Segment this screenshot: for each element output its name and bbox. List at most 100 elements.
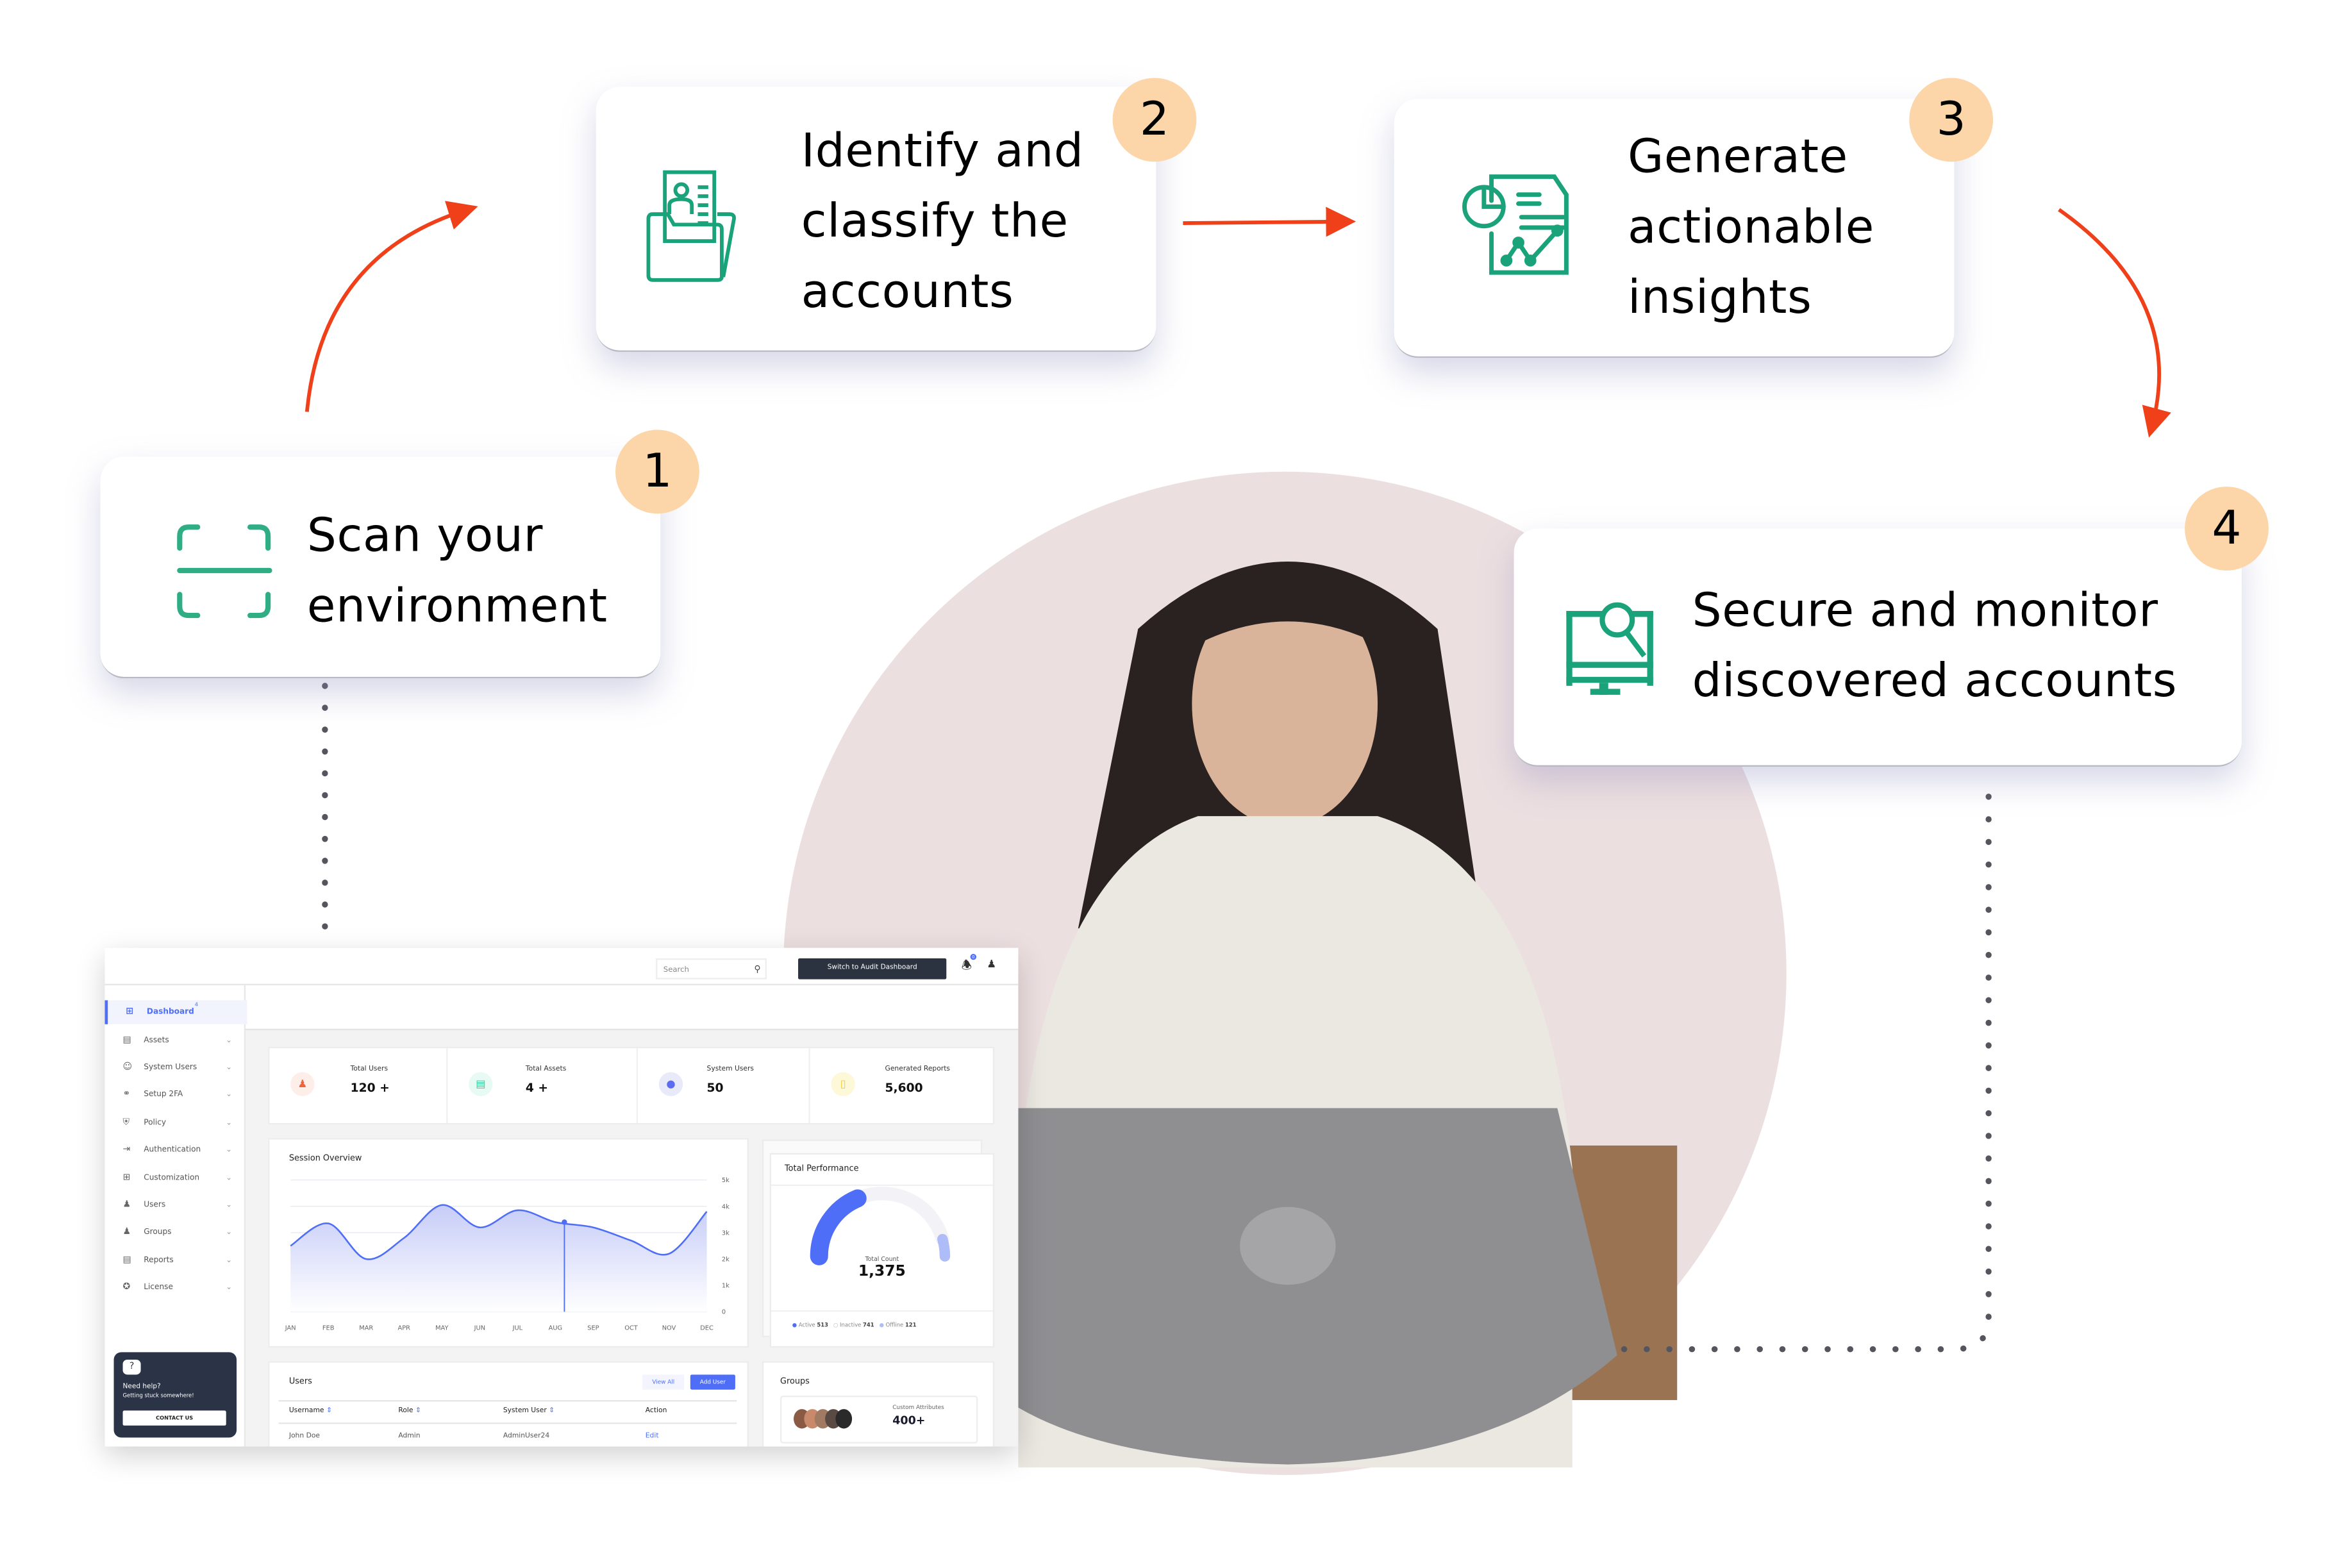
sidebar: ⊞ Dashboard 4 ▤ Assets ⌄ ☺ System Users ⌄ ⚭ S… xyxy=(104,985,247,1447)
chevron-down-icon: ⌄ xyxy=(226,1201,233,1210)
user-circle-icon: ☺ xyxy=(122,1062,133,1072)
gauge-segment-offline xyxy=(937,1233,951,1262)
legend-label: Offline xyxy=(885,1322,904,1328)
sidebar-item-assets[interactable]: ▤ Assets ⌄ xyxy=(105,1029,244,1053)
custom-attributes-value: 400+ xyxy=(892,1414,926,1428)
column-header-role[interactable]: Role ⇕ xyxy=(398,1408,421,1415)
x-tick-label: MAR xyxy=(359,1324,373,1331)
step-2-line-1: Identify and xyxy=(801,124,1084,178)
folder-profile-icon xyxy=(646,170,736,282)
y-tick-label: 0 xyxy=(722,1309,726,1316)
custom-attributes-card: Custom Attributes 400+ xyxy=(780,1396,978,1444)
sidebar-item-system-users[interactable]: ☺ System Users ⌄ xyxy=(105,1056,244,1080)
sidebar-item-dashboard[interactable]: ⊞ Dashboard 4 xyxy=(104,1000,247,1024)
stat-label: System Users xyxy=(706,1066,755,1074)
sidebar-item-authentication[interactable]: ⇥ Authentication ⌄ xyxy=(105,1138,244,1162)
shield-icon: ⛨ xyxy=(122,1117,130,1128)
sidebar-item-users[interactable]: ♟ Users ⌄ xyxy=(105,1194,244,1217)
column-label: Role xyxy=(398,1407,413,1415)
user-profile-icon[interactable]: ♟ xyxy=(987,958,996,971)
sidebar-item-groups[interactable]: ♟ Groups ⌄ xyxy=(105,1221,244,1244)
step-3-line-2: actionable xyxy=(1628,201,1875,255)
sidebar-item-label: Authentication xyxy=(144,1145,201,1155)
clipboard-icon: ▯ xyxy=(831,1072,855,1096)
sidebar-item-label: Assets xyxy=(144,1036,169,1046)
help-title: Need help? xyxy=(122,1383,161,1392)
legend-value: 741 xyxy=(863,1322,874,1328)
x-tick-label: AUG xyxy=(549,1324,562,1331)
x-tick-label: JUL xyxy=(512,1324,523,1331)
sidebar-item-label: Policy xyxy=(144,1118,167,1128)
sidebar-item-customization[interactable]: ⊞ Customization ⌄ xyxy=(105,1167,244,1190)
legend-value: 513 xyxy=(817,1322,828,1328)
add-user-button[interactable]: Add User xyxy=(690,1374,735,1390)
session-overview-panel: Session Overview 0 1k 2k 3k 4k 5k JAN FEB MAR APR… xyxy=(268,1138,749,1348)
divider xyxy=(278,1400,737,1402)
y-tick-label: 3k xyxy=(722,1230,730,1237)
cell-system-user: AdminUser24 xyxy=(503,1433,550,1441)
grid-plus-icon: ⊞ xyxy=(122,1172,131,1183)
contact-us-button[interactable]: CONTACT US xyxy=(122,1410,226,1426)
step-4-line-1: Secure and monitor xyxy=(1692,584,2158,638)
y-tick-label: 2k xyxy=(722,1256,730,1264)
sidebar-item-label: Users xyxy=(144,1201,166,1210)
sidebar-item-license[interactable]: ✪ License ⌄ xyxy=(105,1276,244,1299)
stat-system-users: ● System Users 50 xyxy=(636,1048,800,1123)
sidebar-item-setup-2fa[interactable]: ⚭ Setup 2FA ⌄ xyxy=(105,1083,244,1106)
total-count-value: 1,375 xyxy=(858,1264,906,1281)
step-badge-2: 2 xyxy=(1112,78,1197,162)
chevron-down-icon: ⌄ xyxy=(226,1283,233,1292)
search-input[interactable]: Search ⚲ xyxy=(656,958,767,980)
sort-icon: ⇕ xyxy=(326,1407,332,1415)
x-tick-label: SEP xyxy=(587,1324,599,1331)
chevron-down-icon: ⌄ xyxy=(226,1174,233,1183)
step-3-line-1: Generate xyxy=(1628,130,1848,185)
help-subtitle: Getting stuck somewhere! xyxy=(122,1392,194,1399)
sidebar-item-policy[interactable]: ⛨ Policy ⌄ xyxy=(105,1111,244,1135)
column-header-username[interactable]: Username ⇕ xyxy=(289,1408,332,1415)
legend-inactive-dot: ○ xyxy=(833,1322,838,1328)
key-icon: ⚭ xyxy=(122,1088,131,1099)
help-card: ? Need help? Getting stuck somewhere! CO… xyxy=(113,1352,237,1438)
dashboard-screenshot: Search ⚲ Switch to Audit Dashboard 🕭 0 ♟… xyxy=(104,947,1019,1447)
x-tick-label: APR xyxy=(398,1324,411,1331)
column-header-system-user[interactable]: System User ⇕ xyxy=(503,1408,555,1415)
cell-role: Admin xyxy=(398,1433,421,1441)
legend-value: 121 xyxy=(905,1322,917,1328)
y-tick-label: 4k xyxy=(722,1203,730,1210)
performance-legend: ● Active 513 ○ Inactive 741 ● Offline 12… xyxy=(792,1322,917,1328)
scan-icon xyxy=(177,524,272,619)
x-tick-label: JUN xyxy=(474,1324,485,1331)
x-tick-label: NOV xyxy=(662,1324,676,1331)
search-icon: ⚲ xyxy=(754,964,761,975)
sidebar-item-label: Dashboard xyxy=(146,1008,194,1017)
arrow-2-to-3 xyxy=(1183,206,1356,237)
total-count-label: Total Count xyxy=(865,1255,899,1263)
gauge-segment-inactive xyxy=(851,1187,949,1246)
user-icon: ♟ xyxy=(122,1199,131,1210)
report-icon: ▤ xyxy=(122,1255,131,1265)
grid-icon: ⊞ xyxy=(126,1006,133,1017)
step-card-3: Generate actionable insights xyxy=(1394,99,1955,358)
edit-link[interactable]: Edit xyxy=(646,1433,659,1440)
step-card-1: Scan your environment xyxy=(100,456,661,679)
badge-icon: ✪ xyxy=(122,1281,131,1292)
legend-label: Inactive xyxy=(840,1322,862,1328)
stat-label: Generated Reports xyxy=(885,1066,951,1074)
stat-value: 50 xyxy=(706,1081,724,1095)
legend-label: Active xyxy=(798,1322,815,1328)
sort-icon: ⇕ xyxy=(549,1407,555,1415)
x-tick-label: JAN xyxy=(285,1324,296,1331)
sidebar-item-label: Reports xyxy=(144,1256,174,1265)
chevron-down-icon: ⌄ xyxy=(226,1145,233,1155)
step-badge-3: 3 xyxy=(1909,78,1994,162)
total-performance-panel: Total Performance Total Count 1,375 ● Ac… xyxy=(769,1153,995,1348)
x-tick-label: MAY xyxy=(435,1324,448,1331)
view-all-button[interactable]: View All xyxy=(642,1374,685,1390)
stat-label: Total Users xyxy=(350,1066,388,1074)
dashboard-header: Search ⚲ Switch to Audit Dashboard 🕭 0 ♟ xyxy=(104,947,1019,986)
switch-to-audit-dashboard-button[interactable]: Switch to Audit Dashboard xyxy=(798,958,947,980)
y-tick-label: 1k xyxy=(722,1283,730,1290)
sidebar-item-reports[interactable]: ▤ Reports ⌄ xyxy=(105,1249,244,1272)
bell-icon[interactable]: 🕭 xyxy=(962,957,972,978)
